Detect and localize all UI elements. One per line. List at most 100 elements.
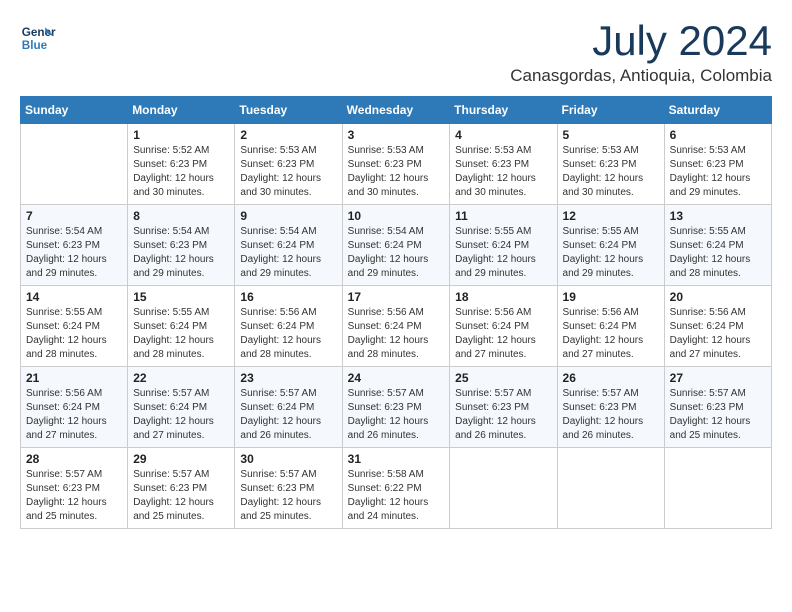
calendar-day-cell: 1 Sunrise: 5:52 AMSunset: 6:23 PMDaylight… xyxy=(128,124,235,205)
day-sun-info: Sunrise: 5:56 AMSunset: 6:24 PMDaylight:… xyxy=(240,306,336,362)
calendar-day-cell: 6 Sunrise: 5:53 AMSunset: 6:23 PMDaylight… xyxy=(664,124,771,205)
day-number: 4 xyxy=(455,128,551,142)
calendar-week-row: 28 Sunrise: 5:57 AMSunset: 6:23 PMDayligh… xyxy=(21,448,772,529)
calendar-day-cell: 18Sunrise: 5:56 AMSunset: 6:24 PMDayligh… xyxy=(450,286,557,367)
day-sun-info: Sunrise: 5:53 AMSunset: 6:23 PMDaylight:… xyxy=(455,144,551,200)
day-sun-info: Sunrise: 5:54 AMSunset: 6:23 PMDaylight:… xyxy=(133,225,229,281)
calendar-week-row: 1 Sunrise: 5:52 AMSunset: 6:23 PMDaylight… xyxy=(21,124,772,205)
logo: General Blue xyxy=(20,20,56,56)
calendar-day-cell: 9 Sunrise: 5:54 AMSunset: 6:24 PMDaylight… xyxy=(235,205,342,286)
day-number: 30 xyxy=(240,452,336,466)
weekday-header-cell: Friday xyxy=(557,97,664,124)
calendar-day-cell: 22 Sunrise: 5:57 AMSunset: 6:24 PMDayligh… xyxy=(128,367,235,448)
calendar-day-cell: 17 Sunrise: 5:56 AMSunset: 6:24 PMDayligh… xyxy=(342,286,450,367)
day-sun-info: Sunrise: 5:55 AMSunset: 6:24 PMDaylight:… xyxy=(133,306,229,362)
calendar-week-row: 21Sunrise: 5:56 AMSunset: 6:24 PMDayligh… xyxy=(21,367,772,448)
day-sun-info: Sunrise: 5:55 AMSunset: 6:24 PMDaylight:… xyxy=(455,225,551,281)
title-section: July 2024 Canasgordas, Antioquia, Colomb… xyxy=(510,20,772,86)
weekday-header-cell: Tuesday xyxy=(235,97,342,124)
day-number: 28 xyxy=(26,452,122,466)
calendar-day-cell xyxy=(664,448,771,529)
day-sun-info: Sunrise: 5:57 AMSunset: 6:23 PMDaylight:… xyxy=(240,468,336,524)
weekday-header-cell: Saturday xyxy=(664,97,771,124)
calendar-day-cell: 28 Sunrise: 5:57 AMSunset: 6:23 PMDayligh… xyxy=(21,448,128,529)
day-number: 2 xyxy=(240,128,336,142)
day-sun-info: Sunrise: 5:56 AMSunset: 6:24 PMDaylight:… xyxy=(670,306,766,362)
calendar-day-cell: 30 Sunrise: 5:57 AMSunset: 6:23 PMDayligh… xyxy=(235,448,342,529)
weekday-header-row: SundayMondayTuesdayWednesdayThursdayFrid… xyxy=(21,97,772,124)
day-sun-info: Sunrise: 5:54 AMSunset: 6:23 PMDaylight:… xyxy=(26,225,122,281)
calendar-day-cell: 26 Sunrise: 5:57 AMSunset: 6:23 PMDayligh… xyxy=(557,367,664,448)
location-subtitle: Canasgordas, Antioquia, Colombia xyxy=(510,66,772,86)
calendar-day-cell: 29 Sunrise: 5:57 AMSunset: 6:23 PMDayligh… xyxy=(128,448,235,529)
day-sun-info: Sunrise: 5:57 AMSunset: 6:24 PMDaylight:… xyxy=(133,387,229,443)
day-sun-info: Sunrise: 5:57 AMSunset: 6:23 PMDaylight:… xyxy=(26,468,122,524)
day-number: 25 xyxy=(455,371,551,385)
calendar-day-cell: 8Sunrise: 5:54 AMSunset: 6:23 PMDaylight… xyxy=(128,205,235,286)
day-sun-info: Sunrise: 5:55 AMSunset: 6:24 PMDaylight:… xyxy=(670,225,766,281)
calendar-table: SundayMondayTuesdayWednesdayThursdayFrid… xyxy=(20,96,772,529)
calendar-day-cell: 21Sunrise: 5:56 AMSunset: 6:24 PMDayligh… xyxy=(21,367,128,448)
day-number: 3 xyxy=(348,128,445,142)
day-sun-info: Sunrise: 5:56 AMSunset: 6:24 PMDaylight:… xyxy=(455,306,551,362)
day-sun-info: Sunrise: 5:56 AMSunset: 6:24 PMDaylight:… xyxy=(563,306,659,362)
calendar-day-cell: 23 Sunrise: 5:57 AMSunset: 6:24 PMDayligh… xyxy=(235,367,342,448)
day-number: 5 xyxy=(563,128,659,142)
day-number: 22 xyxy=(133,371,229,385)
day-sun-info: Sunrise: 5:57 AMSunset: 6:23 PMDaylight:… xyxy=(563,387,659,443)
calendar-day-cell: 7 Sunrise: 5:54 AMSunset: 6:23 PMDaylight… xyxy=(21,205,128,286)
calendar-day-cell: 27 Sunrise: 5:57 AMSunset: 6:23 PMDayligh… xyxy=(664,367,771,448)
calendar-week-row: 14 Sunrise: 5:55 AMSunset: 6:24 PMDayligh… xyxy=(21,286,772,367)
calendar-day-cell: 11 Sunrise: 5:55 AMSunset: 6:24 PMDayligh… xyxy=(450,205,557,286)
weekday-header-cell: Wednesday xyxy=(342,97,450,124)
calendar-body: 1 Sunrise: 5:52 AMSunset: 6:23 PMDaylight… xyxy=(21,124,772,529)
day-sun-info: Sunrise: 5:56 AMSunset: 6:24 PMDaylight:… xyxy=(348,306,445,362)
day-number: 17 xyxy=(348,290,445,304)
day-number: 11 xyxy=(455,209,551,223)
day-number: 1 xyxy=(133,128,229,142)
day-number: 9 xyxy=(240,209,336,223)
calendar-day-cell: 3Sunrise: 5:53 AMSunset: 6:23 PMDaylight… xyxy=(342,124,450,205)
calendar-day-cell: 20 Sunrise: 5:56 AMSunset: 6:24 PMDayligh… xyxy=(664,286,771,367)
calendar-day-cell: 24 Sunrise: 5:57 AMSunset: 6:23 PMDayligh… xyxy=(342,367,450,448)
day-sun-info: Sunrise: 5:55 AMSunset: 6:24 PMDaylight:… xyxy=(563,225,659,281)
day-number: 14 xyxy=(26,290,122,304)
weekday-header-cell: Sunday xyxy=(21,97,128,124)
day-number: 16 xyxy=(240,290,336,304)
day-number: 31 xyxy=(348,452,445,466)
day-number: 26 xyxy=(563,371,659,385)
day-number: 13 xyxy=(670,209,766,223)
calendar-week-row: 7 Sunrise: 5:54 AMSunset: 6:23 PMDaylight… xyxy=(21,205,772,286)
day-sun-info: Sunrise: 5:53 AMSunset: 6:23 PMDaylight:… xyxy=(670,144,766,200)
calendar-day-cell: 19Sunrise: 5:56 AMSunset: 6:24 PMDayligh… xyxy=(557,286,664,367)
calendar-day-cell xyxy=(557,448,664,529)
day-number: 6 xyxy=(670,128,766,142)
day-sun-info: Sunrise: 5:57 AMSunset: 6:23 PMDaylight:… xyxy=(670,387,766,443)
day-number: 20 xyxy=(670,290,766,304)
day-sun-info: Sunrise: 5:57 AMSunset: 6:23 PMDaylight:… xyxy=(348,387,445,443)
day-sun-info: Sunrise: 5:56 AMSunset: 6:24 PMDaylight:… xyxy=(26,387,122,443)
weekday-header-cell: Monday xyxy=(128,97,235,124)
day-number: 7 xyxy=(26,209,122,223)
day-number: 10 xyxy=(348,209,445,223)
day-number: 27 xyxy=(670,371,766,385)
day-sun-info: Sunrise: 5:52 AMSunset: 6:23 PMDaylight:… xyxy=(133,144,229,200)
logo-icon: General Blue xyxy=(20,20,56,56)
day-number: 29 xyxy=(133,452,229,466)
day-sun-info: Sunrise: 5:57 AMSunset: 6:23 PMDaylight:… xyxy=(133,468,229,524)
day-number: 24 xyxy=(348,371,445,385)
day-sun-info: Sunrise: 5:54 AMSunset: 6:24 PMDaylight:… xyxy=(240,225,336,281)
day-sun-info: Sunrise: 5:55 AMSunset: 6:24 PMDaylight:… xyxy=(26,306,122,362)
day-sun-info: Sunrise: 5:57 AMSunset: 6:23 PMDaylight:… xyxy=(455,387,551,443)
day-number: 23 xyxy=(240,371,336,385)
month-year-title: July 2024 xyxy=(510,20,772,62)
calendar-day-cell: 15 Sunrise: 5:55 AMSunset: 6:24 PMDayligh… xyxy=(128,286,235,367)
calendar-day-cell: 10Sunrise: 5:54 AMSunset: 6:24 PMDayligh… xyxy=(342,205,450,286)
day-sun-info: Sunrise: 5:57 AMSunset: 6:24 PMDaylight:… xyxy=(240,387,336,443)
day-sun-info: Sunrise: 5:53 AMSunset: 6:23 PMDaylight:… xyxy=(240,144,336,200)
day-number: 15 xyxy=(133,290,229,304)
calendar-day-cell: 31Sunrise: 5:58 AMSunset: 6:22 PMDayligh… xyxy=(342,448,450,529)
header: General Blue July 2024 Canasgordas, Anti… xyxy=(20,20,772,86)
svg-text:General: General xyxy=(22,26,56,39)
calendar-day-cell xyxy=(450,448,557,529)
